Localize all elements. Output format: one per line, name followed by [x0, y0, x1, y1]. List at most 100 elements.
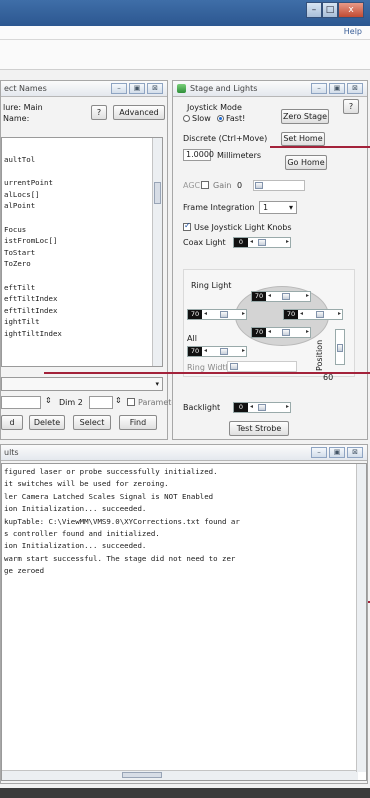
all-slider[interactable]: 70 ◂ ▸ — [187, 346, 247, 357]
arrow-right-icon[interactable]: ▸ — [306, 292, 309, 299]
list-item[interactable] — [4, 212, 62, 224]
zero-stage-button[interactable]: Zero Stage — [281, 109, 329, 124]
arrow-right-icon[interactable]: ▸ — [242, 347, 245, 354]
ring-top-slider[interactable]: 70 ◂ ▸ — [251, 291, 311, 302]
backlight-slider[interactable]: 0 ◂ ▸ — [233, 402, 291, 413]
coax-light-slider[interactable]: 0 ◂ ▸ — [233, 237, 291, 248]
dim2-spinner-icon[interactable]: ⇕ — [45, 396, 52, 405]
panel-restore-button[interactable]: ▣ — [129, 83, 145, 94]
list-item[interactable]: eftTilt — [4, 282, 62, 294]
help-button[interactable]: ? — [343, 99, 359, 114]
arrow-right-icon[interactable]: ▸ — [338, 310, 341, 317]
panel-minimize-button[interactable]: – — [311, 447, 327, 458]
log-line: figured laser or probe successfully init… — [4, 467, 218, 476]
help-menu[interactable]: Help — [344, 27, 362, 36]
gain-slider[interactable] — [253, 180, 305, 191]
ring-bottom-slider[interactable]: 70 ◂ ▸ — [251, 327, 311, 338]
list-item[interactable]: alPoint — [4, 200, 62, 212]
test-strobe-button[interactable]: Test Strobe — [229, 421, 289, 436]
fast-radio[interactable]: Fast! — [217, 114, 245, 123]
dim1-field[interactable] — [1, 396, 41, 409]
list-item[interactable]: ToZero — [4, 258, 62, 270]
add-button[interactable]: d — [1, 415, 23, 430]
maximize-button[interactable]: □ — [322, 2, 338, 18]
coax-slider-thumb[interactable] — [258, 239, 266, 246]
arrow-left-icon[interactable]: ◂ — [250, 403, 253, 410]
list-item[interactable]: ightTilt — [4, 316, 62, 328]
panel-restore-button[interactable]: ▣ — [329, 447, 345, 458]
ring-width-slider[interactable] — [227, 361, 297, 372]
hscroll-thumb[interactable] — [122, 772, 162, 778]
list-item[interactable]: Focus — [4, 224, 62, 236]
arrow-right-icon[interactable]: ▸ — [286, 238, 289, 245]
arrow-left-icon[interactable]: ◂ — [268, 292, 271, 299]
list-item[interactable]: eftTiltIndex — [4, 305, 62, 317]
list-item[interactable]: eftTiltIndex — [4, 293, 62, 305]
ring-left-slider[interactable]: 70 ◂ ▸ — [187, 309, 247, 320]
arrow-right-icon[interactable]: ▸ — [242, 310, 245, 317]
ring-top-thumb[interactable] — [282, 293, 290, 300]
arrow-left-icon[interactable]: ◂ — [204, 310, 207, 317]
arrow-left-icon[interactable]: ◂ — [268, 328, 271, 335]
scroll-thumb[interactable] — [154, 182, 161, 204]
position-slider[interactable] — [335, 329, 345, 365]
panel-restore-button[interactable]: ▣ — [329, 83, 345, 94]
list-item[interactable]: urrentPoint — [4, 177, 62, 189]
go-home-button[interactable]: Go Home — [285, 155, 327, 170]
list-item[interactable] — [4, 166, 62, 178]
arrow-right-icon[interactable]: ▸ — [286, 403, 289, 410]
backlight-thumb[interactable] — [258, 404, 266, 411]
all-slider-thumb[interactable] — [220, 348, 228, 355]
agc-checkbox[interactable] — [201, 181, 209, 189]
dim2-field[interactable] — [89, 396, 113, 409]
gain-slider-thumb[interactable] — [255, 182, 263, 189]
stage-lights-header: Stage and Lights – ▣ ⊠ — [173, 81, 367, 97]
ring-width-thumb[interactable] — [230, 363, 238, 370]
names-list[interactable]: aultTol urrentPoint alLocs[] alPoint Focus is… — [1, 137, 163, 367]
panel-close-button[interactable]: ⊠ — [147, 83, 163, 94]
results-log[interactable]: figured laser or probe successfully init… — [1, 463, 367, 781]
names-scrollbar[interactable] — [152, 138, 162, 366]
object-type-dropdown[interactable]: ▾ — [1, 377, 163, 391]
list-item[interactable]: aultTol — [4, 154, 62, 166]
delete-button[interactable]: Delete — [29, 415, 65, 430]
parameter-checkbox[interactable] — [127, 398, 135, 406]
ring-light-label: Ring Light — [191, 281, 232, 290]
advanced-button[interactable]: Advanced — [113, 105, 165, 120]
find-button[interactable]: Find — [119, 415, 157, 430]
arrow-right-icon[interactable]: ▸ — [306, 328, 309, 335]
panel-close-button[interactable]: ⊠ — [347, 447, 363, 458]
results-hscrollbar[interactable] — [2, 770, 358, 780]
set-home-button[interactable]: Set Home — [281, 132, 325, 146]
arrow-left-icon[interactable]: ◂ — [300, 310, 303, 317]
panel-minimize-button[interactable]: – — [311, 83, 327, 94]
select-button[interactable]: Select — [73, 415, 111, 430]
close-button[interactable]: x — [338, 2, 364, 18]
dim2-up-down-icon[interactable]: ⇕ — [115, 396, 122, 405]
slow-radio[interactable]: Slow — [183, 114, 211, 123]
ring-left-thumb[interactable] — [220, 311, 228, 318]
ring-right-thumb[interactable] — [316, 311, 324, 318]
agc-label: AGC — [183, 181, 201, 190]
use-joystick-checkbox[interactable] — [183, 221, 191, 231]
list-item[interactable] — [4, 270, 62, 282]
ring-right-slider[interactable]: 70 ◂ ▸ — [283, 309, 343, 320]
list-item[interactable]: alLocs[] — [4, 189, 62, 201]
list-item[interactable]: istFromLoc[] — [4, 235, 62, 247]
menu-bar: Help — [0, 26, 370, 40]
position-slider-thumb[interactable] — [337, 344, 343, 352]
chevron-down-icon: ▾ — [288, 203, 293, 212]
minimize-button[interactable]: – — [306, 2, 322, 18]
ring-bottom-thumb[interactable] — [282, 329, 290, 336]
frame-integration-dropdown[interactable]: 1 ▾ — [259, 201, 297, 214]
panel-close-button[interactable]: ⊠ — [347, 83, 363, 94]
arrow-left-icon[interactable]: ◂ — [250, 238, 253, 245]
discrete-value-field[interactable]: 1.0000 — [183, 149, 214, 161]
panel-minimize-button[interactable]: – — [111, 83, 127, 94]
log-line: kupTable: C:\ViewMM\VMS9.0\XYCorrections… — [4, 516, 240, 526]
help-button[interactable]: ? — [91, 105, 107, 120]
list-item[interactable]: ightTiltIndex — [4, 328, 62, 340]
results-vscrollbar[interactable] — [356, 464, 366, 772]
list-item[interactable]: ToStart — [4, 247, 62, 259]
arrow-left-icon[interactable]: ◂ — [204, 347, 207, 354]
